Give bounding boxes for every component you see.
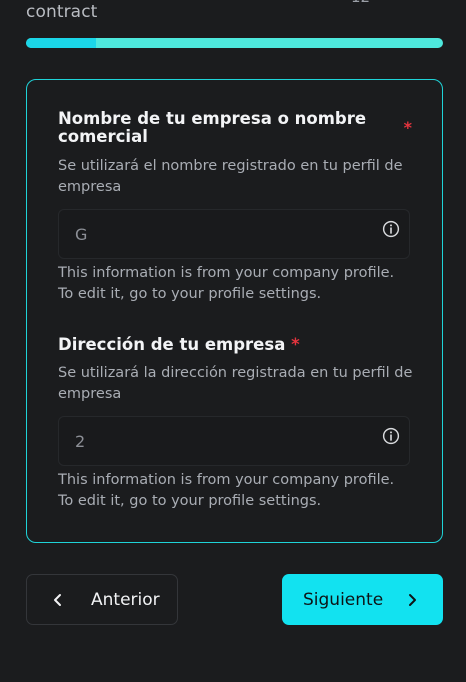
chevron-left-icon <box>54 593 61 606</box>
required-mark: * <box>291 335 300 354</box>
form-card: Nombre de tu empresa o nombre comercial … <box>26 79 443 543</box>
company-address-note: This information is from your company pr… <box>58 472 395 509</box>
info-circle-icon[interactable] <box>382 427 400 445</box>
company-name-note: This information is from your company pr… <box>58 265 395 302</box>
step-counter: 12 <box>351 0 370 6</box>
next-button[interactable]: Siguiente <box>282 574 443 625</box>
company-address-help: Se utilizará la dirección registrada en … <box>58 365 413 402</box>
company-address-value: 2 <box>75 432 86 451</box>
chevron-right-icon <box>409 593 416 606</box>
info-circle-icon[interactable] <box>382 220 400 238</box>
company-name-help: Se utilizará el nombre registrado en tu … <box>58 158 403 195</box>
company-name-title: Nombre de tu empresa o nombre comercial <box>58 109 367 146</box>
company-name-value: G <box>75 225 88 244</box>
company-address-title-text: Dirección de tu empresa <box>58 335 286 354</box>
company-name-field[interactable]: G <box>58 209 410 259</box>
company-address-title: Dirección de tu empresa * <box>58 336 300 354</box>
page: contract 12 Nombre de tu empresa o nombr… <box>0 0 466 682</box>
page-subtitle: contract <box>26 2 98 22</box>
company-address-field[interactable]: 2 <box>58 416 410 466</box>
next-button-label: Siguiente <box>303 589 384 610</box>
previous-button[interactable]: Anterior <box>26 574 178 625</box>
previous-button-label: Anterior <box>91 589 160 610</box>
progress-bar <box>26 38 443 48</box>
progress-fill <box>26 38 96 48</box>
required-mark: * <box>403 118 412 137</box>
